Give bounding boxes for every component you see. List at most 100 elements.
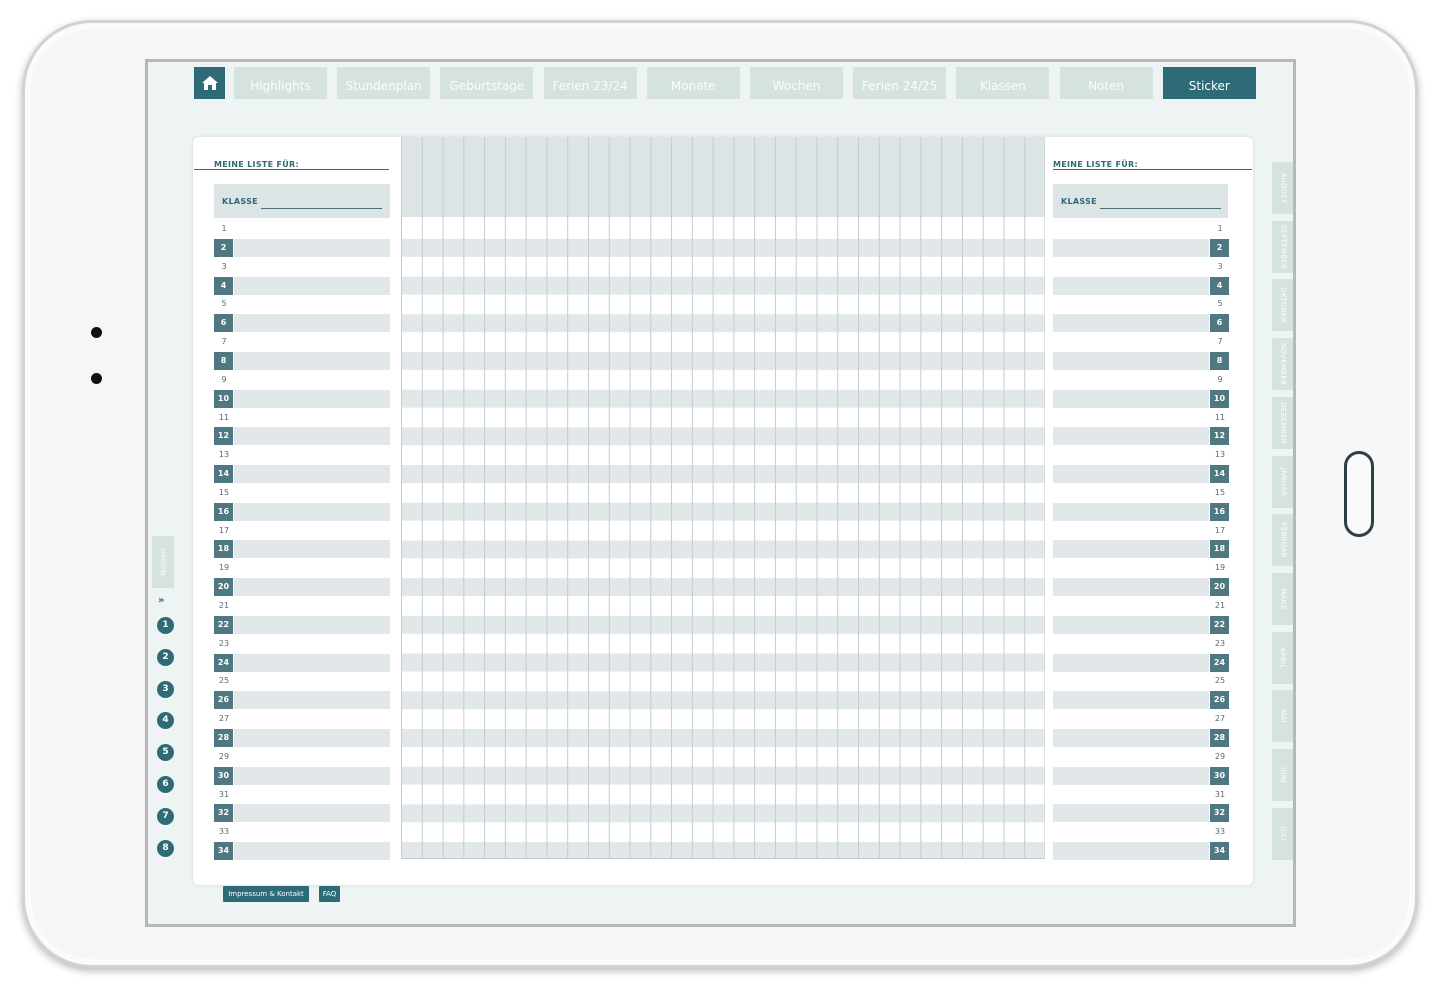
month-tab-november[interactable]: NOVEMBER — [1272, 338, 1293, 391]
left-row-number: 31 — [218, 789, 230, 799]
right-name-field[interactable] — [1053, 389, 1209, 408]
left-klasse-field[interactable]: KLASSE — [214, 184, 390, 218]
right-name-field[interactable] — [1053, 351, 1209, 370]
grid-row-stripe — [401, 238, 1045, 257]
page-button-5[interactable]: 5 — [157, 744, 174, 762]
tab-highlights[interactable]: Highlights — [234, 67, 327, 99]
left-name-field[interactable] — [234, 540, 390, 559]
right-name-field[interactable] — [1053, 276, 1209, 295]
month-tab-label: NOVEMBER — [1279, 342, 1287, 386]
page-button-4[interactable]: 4 — [157, 712, 174, 730]
left-row-number: 12 — [214, 427, 233, 446]
right-row-number: 34 — [1210, 842, 1229, 861]
tab-noten[interactable]: Noten — [1059, 67, 1153, 99]
left-name-field[interactable] — [234, 653, 390, 672]
right-name-field[interactable] — [1053, 842, 1209, 861]
screen: Highlights Stundenplan Geburtstage Ferien 2… — [145, 59, 1296, 927]
right-row-number: 13 — [1214, 450, 1226, 460]
left-name-field[interactable] — [234, 842, 390, 861]
left-row-number: 8 — [214, 351, 233, 370]
right-row-number: 3 — [1217, 261, 1223, 271]
left-name-field[interactable] — [234, 465, 390, 484]
page-button-6[interactable]: 6 — [157, 776, 174, 793]
left-name-field[interactable] — [234, 314, 390, 333]
page-button-7[interactable]: 7 — [157, 807, 174, 825]
page-button-8[interactable]: 8 — [157, 839, 174, 857]
right-name-field[interactable] — [1053, 766, 1209, 785]
month-tab-juli[interactable]: JULI — [1272, 807, 1293, 860]
left-name-field[interactable] — [234, 728, 390, 747]
left-row-number: 1 — [221, 224, 227, 233]
right-row-number: 15 — [1214, 487, 1226, 497]
month-tab-september[interactable]: SEPTEMBER — [1272, 220, 1293, 273]
right-name-field[interactable] — [1053, 314, 1209, 333]
left-row-number: 24 — [214, 653, 233, 672]
right-row-number: 17 — [1214, 525, 1226, 535]
left-name-field[interactable] — [234, 578, 390, 597]
impressum-button[interactable]: Impressum & Kontakt — [223, 886, 309, 902]
left-name-field[interactable] — [234, 389, 390, 408]
faq-button[interactable]: FAQ — [319, 886, 340, 902]
right-name-field[interactable] — [1053, 540, 1209, 559]
left-row-number: 17 — [218, 525, 230, 535]
left-name-field[interactable] — [234, 238, 390, 257]
right-row-number: 14 — [1210, 465, 1229, 484]
right-row-number: 8 — [1210, 351, 1229, 370]
month-tab-juni[interactable]: JUNI — [1272, 749, 1293, 801]
right-name-field[interactable] — [1053, 804, 1209, 823]
tab-monate[interactable]: Monate — [646, 67, 740, 99]
tab-stundenplan[interactable]: Stundenplan — [337, 67, 431, 99]
left-name-field[interactable] — [234, 276, 390, 295]
right-name-field[interactable] — [1053, 427, 1209, 446]
grid-row-stripe — [401, 351, 1045, 370]
right-name-field[interactable] — [1053, 691, 1209, 710]
camera-dot — [91, 373, 102, 384]
notes-tab[interactable]: Notizen — [152, 536, 174, 588]
tab-klassen[interactable]: Klassen — [956, 67, 1050, 99]
right-klasse-field[interactable]: KLASSE — [1053, 184, 1228, 218]
tab-ferien-23-24[interactable]: Ferien 23/24 — [543, 67, 637, 99]
double-chevron-down-icon[interactable]: » — [158, 595, 164, 606]
left-row-number: 18 — [214, 540, 233, 559]
tab-ferien-24-25[interactable]: Ferien 24/25 — [853, 67, 947, 99]
right-name-field[interactable] — [1053, 238, 1209, 257]
right-name-field[interactable] — [1053, 615, 1209, 634]
right-row-number: 25 — [1214, 676, 1226, 686]
notes-tab-label: Notizen — [159, 548, 168, 576]
month-tab-august[interactable]: AUGUST — [1272, 162, 1293, 214]
left-name-field[interactable] — [234, 427, 390, 446]
left-name-field[interactable] — [234, 766, 390, 785]
right-name-field[interactable] — [1053, 578, 1209, 597]
month-tab-mai[interactable]: MAI — [1272, 690, 1293, 743]
tab-wochen[interactable]: Wochen — [750, 67, 843, 99]
left-name-field[interactable] — [234, 502, 390, 521]
tablet-home-button[interactable] — [1344, 451, 1374, 537]
left-name-field[interactable] — [234, 351, 390, 370]
right-name-field[interactable] — [1053, 465, 1209, 484]
month-tab-oktober[interactable]: OKTOBER — [1272, 279, 1293, 332]
left-name-field[interactable] — [234, 691, 390, 710]
left-name-field[interactable] — [234, 615, 390, 634]
page-button-3[interactable]: 3 — [157, 680, 174, 698]
tab-sticker[interactable]: Sticker — [1162, 67, 1256, 99]
month-tab-märz[interactable]: MÄRZ — [1272, 572, 1293, 625]
left-row-number: 16 — [214, 502, 233, 521]
right-row-number: 12 — [1210, 427, 1229, 446]
month-tab-dezember[interactable]: DEZEMBER — [1272, 396, 1293, 449]
left-name-field[interactable] — [234, 804, 390, 823]
month-tab-januar[interactable]: JANUAR — [1272, 455, 1293, 508]
right-row-number: 23 — [1214, 638, 1226, 648]
right-name-field[interactable] — [1053, 502, 1209, 521]
page-button-1[interactable]: 1 — [157, 617, 174, 634]
tab-geburtstage[interactable]: Geburtstage — [440, 67, 534, 99]
left-row-number: 25 — [218, 676, 230, 686]
month-tab-april[interactable]: APRIL — [1272, 631, 1293, 684]
page-button-2[interactable]: 2 — [157, 648, 174, 666]
home-tab[interactable] — [194, 67, 225, 99]
right-name-field[interactable] — [1053, 728, 1209, 747]
month-tab-februar[interactable]: FEBRUAR — [1272, 514, 1293, 567]
right-name-field[interactable] — [1053, 653, 1209, 672]
left-row-number: 26 — [214, 691, 233, 710]
checkbox-grid[interactable] — [401, 137, 1045, 859]
left-row-number: 27 — [218, 714, 230, 724]
